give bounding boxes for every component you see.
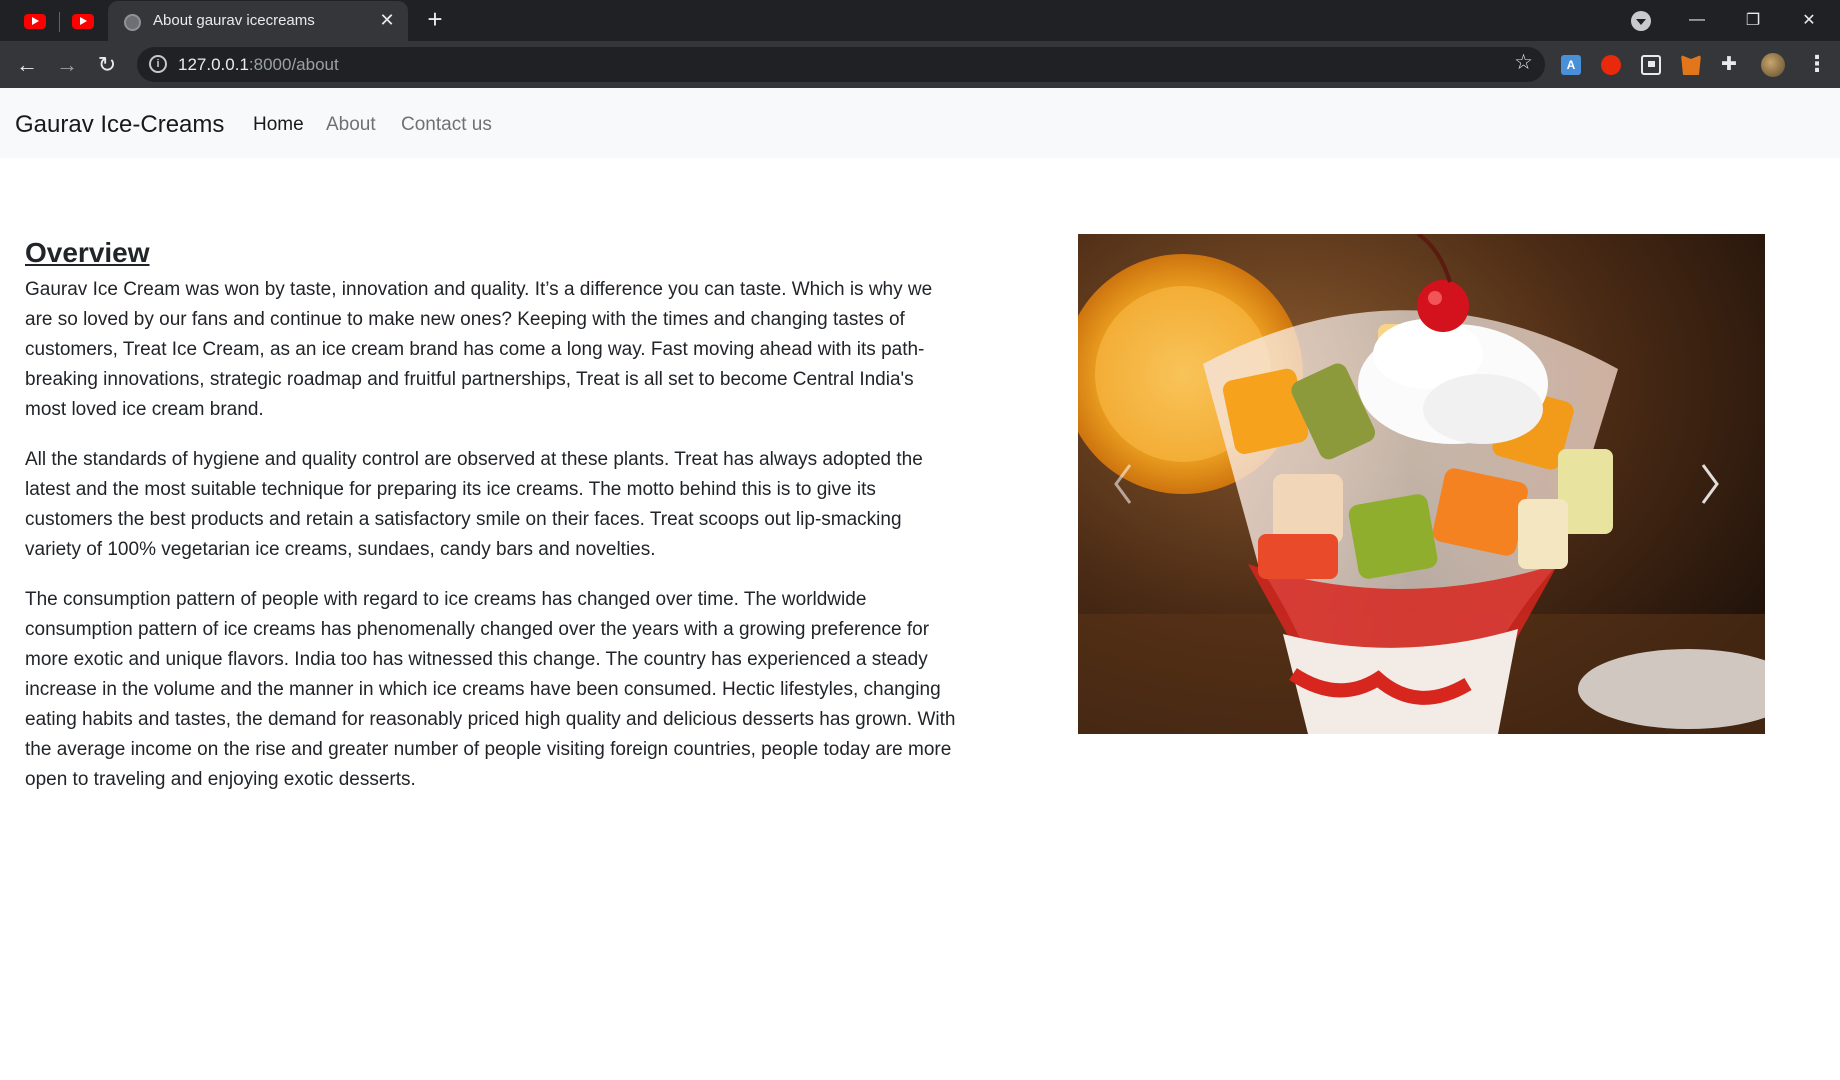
back-arrow-icon: ← bbox=[16, 52, 38, 77]
overview-section: Overview Gaurav Ice Cream was won by tas… bbox=[25, 235, 960, 815]
paragraph-2: All the standards of hygiene and quality… bbox=[25, 449, 923, 560]
reload-button[interactable]: ↻ bbox=[92, 50, 122, 80]
paragraph-1: Gaurav Ice Cream was won by taste, innov… bbox=[25, 279, 933, 420]
minimize-button[interactable]: — bbox=[1677, 6, 1717, 34]
extension-shield-icon[interactable] bbox=[1601, 55, 1621, 75]
extension-translate-icon[interactable]: A bbox=[1561, 55, 1581, 75]
extension-metamask-icon[interactable] bbox=[1681, 55, 1701, 75]
puzzle-icon[interactable]: ✚ bbox=[1721, 53, 1737, 76]
close-window-button[interactable]: ✕ bbox=[1789, 6, 1829, 34]
restore-button[interactable]: ❐ bbox=[1733, 6, 1773, 34]
forward-arrow-icon: → bbox=[56, 52, 78, 77]
profile-avatar[interactable] bbox=[1761, 53, 1785, 77]
forward-button[interactable]: → bbox=[52, 50, 82, 80]
url-host: 127.0.0.1 bbox=[178, 55, 249, 74]
site-navbar: Gaurav Ice-Creams Home About Contact us bbox=[0, 88, 1840, 158]
chevron-left-icon bbox=[1114, 464, 1132, 504]
close-tab-button[interactable]: ✕ bbox=[376, 9, 398, 31]
pinned-tab-youtube[interactable] bbox=[15, 8, 55, 34]
back-button[interactable]: ← bbox=[12, 50, 42, 80]
carousel-next-button[interactable] bbox=[1695, 459, 1725, 509]
youtube-icon bbox=[72, 13, 94, 29]
paragraph-3: The consumption pattern of people with r… bbox=[25, 589, 956, 790]
navbar-brand[interactable]: Gaurav Ice-Creams bbox=[15, 111, 224, 139]
overview-heading: Overview bbox=[25, 237, 150, 268]
youtube-icon bbox=[24, 13, 46, 29]
tab-search-button[interactable] bbox=[1631, 11, 1651, 31]
new-tab-button[interactable]: + bbox=[422, 6, 448, 32]
url-text[interactable]: 127.0.0.1:8000/about bbox=[178, 55, 339, 75]
browser-tab-bar: About gaurav icecreams ✕ + — ❐ ✕ bbox=[0, 0, 1840, 41]
pinned-tab-youtube-2[interactable] bbox=[63, 8, 103, 34]
tab-title: About gaurav icecreams bbox=[153, 12, 315, 29]
reload-icon: ↻ bbox=[97, 52, 117, 77]
carousel-prev-button[interactable] bbox=[1108, 459, 1138, 509]
url-path: :8000/about bbox=[248, 55, 339, 74]
star-icon[interactable]: ☆ bbox=[1514, 50, 1533, 75]
sundae-image bbox=[1078, 234, 1765, 734]
tab-separator bbox=[59, 12, 60, 32]
globe-icon bbox=[124, 14, 141, 31]
nav-link-contact[interactable]: Contact us bbox=[401, 114, 492, 136]
nav-link-home[interactable]: Home bbox=[253, 114, 304, 136]
chevron-right-icon bbox=[1701, 464, 1719, 504]
nav-link-about[interactable]: About bbox=[326, 114, 376, 136]
active-tab[interactable]: About gaurav icecreams ✕ bbox=[108, 1, 408, 41]
extension-screen-icon[interactable] bbox=[1641, 55, 1661, 75]
browser-toolbar: ← → ↻ i 127.0.0.1:8000/about ☆ A ✚ ⋮ bbox=[0, 41, 1840, 88]
image-carousel bbox=[1078, 234, 1765, 734]
address-bar[interactable]: i 127.0.0.1:8000/about ☆ bbox=[137, 47, 1545, 82]
info-icon[interactable]: i bbox=[149, 55, 167, 73]
kebab-menu-icon[interactable]: ⋮ bbox=[1806, 51, 1828, 77]
